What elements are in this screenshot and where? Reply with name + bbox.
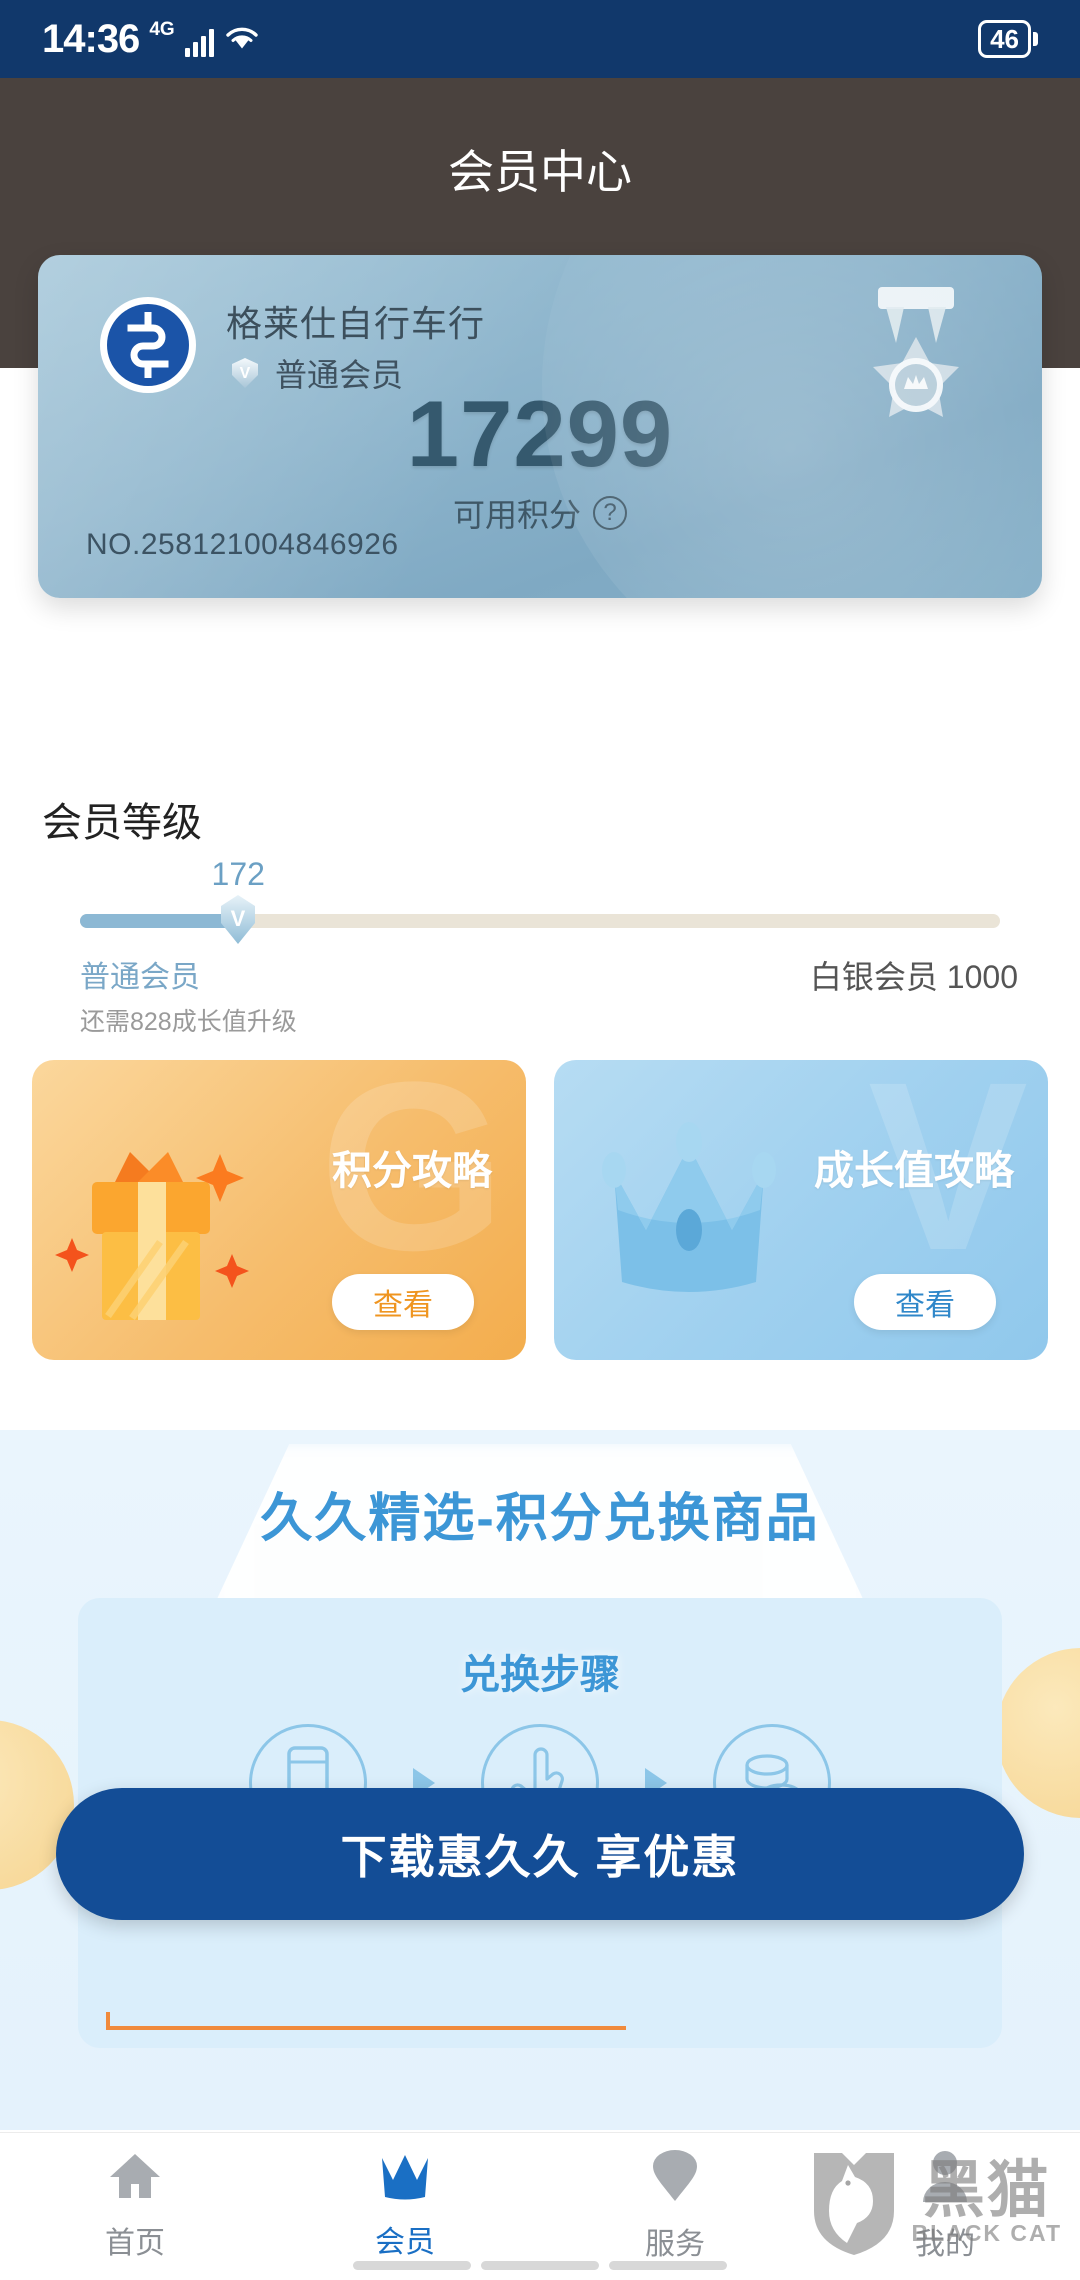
service-pin-icon xyxy=(651,2150,699,2207)
points-label: 可用积分 xyxy=(452,497,581,533)
battery-indicator: 46 xyxy=(978,19,1038,59)
decorative-blob-right xyxy=(996,1648,1080,1818)
status-bar: 14:36 4G 46 xyxy=(0,0,1080,78)
tab-home[interactable]: 首页 xyxy=(0,2133,270,2280)
gift-box-icon xyxy=(50,1106,280,1326)
current-level-block: 普通会员 还需828成长值升级 xyxy=(80,952,297,1038)
current-level-label: 普通会员 xyxy=(80,961,200,994)
tab-label: 服务 xyxy=(645,2228,705,2261)
bottom-tab-bar: 首页 会员 服务 我的 xyxy=(0,2132,1080,2280)
level-progress-bar[interactable]: V xyxy=(80,895,1000,944)
promo-card-points-guide[interactable]: G 积分攻略 查看 xyxy=(32,1060,526,1360)
medal-ribbon-icon xyxy=(842,281,990,444)
steps-footer-accent xyxy=(106,2012,626,2030)
upgrade-hint: 还需828成长值升级 xyxy=(80,1008,297,1036)
home-indicator xyxy=(353,2261,727,2270)
signal-bars-icon xyxy=(184,27,214,57)
status-time: 14:36 xyxy=(42,17,140,61)
tab-mine[interactable]: 我的 xyxy=(810,2133,1080,2280)
promo-label: 成长值攻略 xyxy=(814,1149,1014,1193)
steps-title: 兑换步骤 xyxy=(460,1653,620,1697)
page-title: 会员中心 xyxy=(448,146,632,198)
download-app-button[interactable]: 下载惠久久 享优惠 xyxy=(56,1788,1024,1920)
tab-label: 我的 xyxy=(915,2228,975,2261)
promo-label: 积分攻略 xyxy=(332,1149,492,1193)
shop-logo-icon xyxy=(100,297,196,393)
svg-text:V: V xyxy=(231,906,246,931)
promo-view-button[interactable]: 查看 xyxy=(854,1274,996,1330)
tab-member[interactable]: 会员 xyxy=(270,2133,540,2280)
shop-name: 格莱仕自行车行 xyxy=(226,303,486,344)
points-value: 17299 xyxy=(406,381,674,486)
wifi-icon xyxy=(224,24,260,57)
question-mark-icon[interactable]: ? xyxy=(593,496,627,530)
battery-tip xyxy=(1033,32,1038,46)
level-section-title: 会员等级 xyxy=(42,801,202,845)
tab-label: 首页 xyxy=(105,2227,165,2260)
diamond-v-knob-icon[interactable]: V xyxy=(210,888,266,952)
home-icon xyxy=(108,2151,162,2206)
status-bar-left: 14:36 4G xyxy=(42,19,260,59)
exchange-banner: 久久精选-积分兑换商品 兑换步骤 xyxy=(0,1430,1080,2130)
person-icon xyxy=(920,2150,970,2207)
tab-service[interactable]: 服务 xyxy=(540,2133,810,2280)
banner-title: 久久精选-积分兑换商品 xyxy=(260,1490,820,1548)
promo-card-growth-guide[interactable]: V 成长值攻略 查看 xyxy=(554,1060,1048,1360)
member-card[interactable]: 格莱仕自行车行 V 普通会员 17299 可用积分 ? NO.258121004… xyxy=(38,255,1042,598)
battery-level-label: 46 xyxy=(978,19,1031,59)
crown-icon xyxy=(378,2152,432,2205)
promo-cards: G 积分攻略 查看 V 成长值攻略 查看 xyxy=(0,1060,1080,1360)
promo-view-button[interactable]: 查看 xyxy=(332,1274,474,1330)
crown-icon xyxy=(584,1106,794,1311)
next-level-label: 白银会员 1000 xyxy=(809,959,1018,995)
member-card-surface: 格莱仕自行车行 V 普通会员 17299 可用积分 ? NO.258121004… xyxy=(38,255,1042,598)
card-number: NO.258121004846926 xyxy=(86,528,399,561)
tab-label: 会员 xyxy=(375,2226,435,2259)
network-type-label: 4G xyxy=(149,19,175,40)
member-center-screen: 14:36 4G 46 会员中心 格莱仕自行车行 V 普通会员 17299 可用… xyxy=(0,0,1080,2280)
